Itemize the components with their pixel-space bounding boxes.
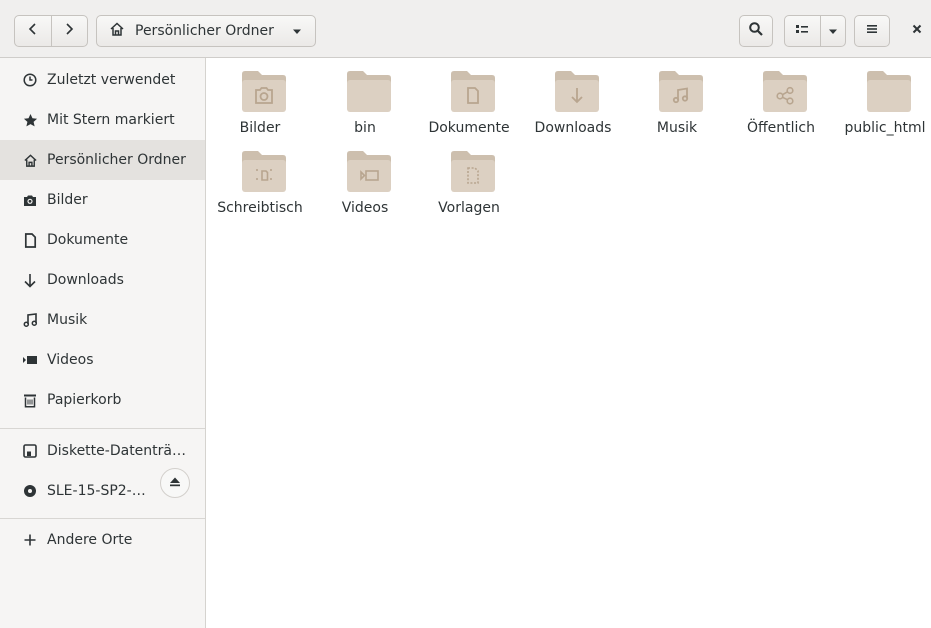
chevron-left-icon — [28, 22, 38, 40]
folder-icon — [555, 71, 599, 112]
sidebar-item-pictures[interactable]: Bilder — [0, 180, 205, 220]
sidebar-item-label: Zuletzt verwendet — [47, 72, 176, 88]
clock-icon — [22, 72, 38, 88]
close-icon — [911, 23, 923, 39]
sidebar-item-floppy[interactable]: Diskette-Datenträ… — [0, 431, 205, 471]
chevron-down-icon — [828, 23, 838, 39]
path-bar-button[interactable]: Persönlicher Ordner — [96, 15, 316, 47]
floppy-icon — [22, 443, 38, 459]
header-bar: Persönlicher Ordner — [0, 0, 931, 58]
sidebar-item-documents[interactable]: Dokumente — [0, 220, 205, 260]
sidebar-item-label: Downloads — [47, 272, 124, 288]
camera-icon — [22, 192, 38, 208]
view-options-button[interactable] — [819, 16, 845, 46]
sidebar-item-recent[interactable]: Zuletzt verwendet — [0, 60, 205, 100]
eject-button[interactable] — [160, 468, 190, 498]
sidebar-item-home[interactable]: Persönlicher Ordner — [0, 140, 205, 180]
folder-icon — [763, 71, 807, 112]
folder-icon — [659, 71, 703, 112]
folder-item[interactable]: Musik — [625, 60, 729, 154]
main-menu-button[interactable] — [854, 15, 890, 47]
sidebar-item-downloads[interactable]: Downloads — [0, 260, 205, 300]
sidebar-separator — [0, 518, 205, 519]
folder-name: Musik — [656, 120, 698, 136]
folder-name: Vorlagen — [438, 200, 500, 216]
sidebar-item-label: SLE-15-SP2-… — [47, 483, 146, 499]
list-view-button[interactable] — [785, 16, 820, 46]
close-button[interactable] — [906, 18, 928, 44]
plus-icon — [22, 532, 38, 548]
music-note-icon — [22, 312, 38, 328]
folder-icon — [347, 151, 391, 192]
document-icon — [22, 232, 38, 248]
trash-icon — [22, 392, 38, 408]
sidebar-item-disc[interactable]: SLE-15-SP2-… — [0, 468, 205, 511]
chevron-down-icon — [292, 23, 302, 39]
search-button[interactable] — [739, 15, 773, 47]
folder-name: Dokumente — [428, 120, 510, 136]
folder-icon — [242, 151, 286, 192]
home-icon — [22, 152, 38, 168]
sidebar-item-label: Videos — [47, 352, 94, 368]
folder-name: Downloads — [534, 120, 612, 136]
folder-icon — [451, 71, 495, 112]
video-icon — [22, 352, 38, 368]
sidebar-item-label: Diskette-Datenträ… — [47, 443, 186, 459]
folder-icon — [451, 151, 495, 192]
sidebar-item-trash[interactable]: Papierkorb — [0, 380, 205, 420]
hamburger-icon — [865, 23, 879, 39]
folder-item[interactable]: Videos — [313, 140, 417, 234]
view-mode-buttons — [784, 15, 846, 47]
home-icon — [109, 21, 125, 41]
list-view-icon — [795, 23, 809, 39]
sidebar-item-label: Andere Orte — [47, 532, 133, 548]
folder-item[interactable]: Downloads — [521, 60, 625, 154]
folder-item[interactable]: Öffentlich — [729, 60, 833, 154]
sidebar-separator — [0, 428, 205, 429]
sidebar-item-label: Dokumente — [47, 232, 129, 248]
folder-name: Öffentlich — [747, 120, 815, 136]
folder-item[interactable]: public_html — [833, 60, 931, 154]
folder-item[interactable]: Vorlagen — [417, 140, 521, 234]
path-bar-label: Persönlicher Ordner — [135, 23, 274, 39]
sidebar-item-other-locations[interactable]: Andere Orte — [0, 520, 205, 560]
folder-name: public_html — [844, 120, 926, 136]
file-view: Bilder bin Dokumente Downloads Musik Öff… — [206, 58, 931, 628]
sidebar-item-videos[interactable]: Videos — [0, 340, 205, 380]
sidebar-item-label: Musik — [47, 312, 88, 328]
sidebar-item-label: Persönlicher Ordner — [47, 152, 186, 168]
folder-name: bin — [354, 120, 376, 136]
sidebar-item-label: Papierkorb — [47, 392, 122, 408]
disc-icon — [22, 483, 38, 499]
sidebar: Zuletzt verwendet Mit Stern markiert Per… — [0, 58, 206, 628]
search-icon — [748, 21, 764, 41]
folder-item[interactable]: Schreibtisch — [208, 140, 312, 234]
sidebar-item-starred[interactable]: Mit Stern markiert — [0, 100, 205, 140]
eject-icon — [169, 475, 181, 491]
forward-button[interactable] — [50, 16, 88, 46]
sidebar-item-label: Mit Stern markiert — [47, 112, 175, 128]
folder-name: Videos — [341, 200, 389, 216]
folder-name: Bilder — [239, 120, 281, 136]
folder-icon — [867, 71, 911, 112]
folder-icon — [347, 71, 391, 112]
back-button[interactable] — [15, 16, 51, 46]
chevron-right-icon — [64, 22, 74, 40]
folder-icon — [242, 71, 286, 112]
star-icon — [22, 112, 38, 128]
download-arrow-icon — [22, 272, 38, 288]
navigation-buttons — [14, 15, 88, 47]
sidebar-item-music[interactable]: Musik — [0, 300, 205, 340]
folder-name: Schreibtisch — [217, 200, 303, 216]
sidebar-item-label: Bilder — [47, 192, 88, 208]
